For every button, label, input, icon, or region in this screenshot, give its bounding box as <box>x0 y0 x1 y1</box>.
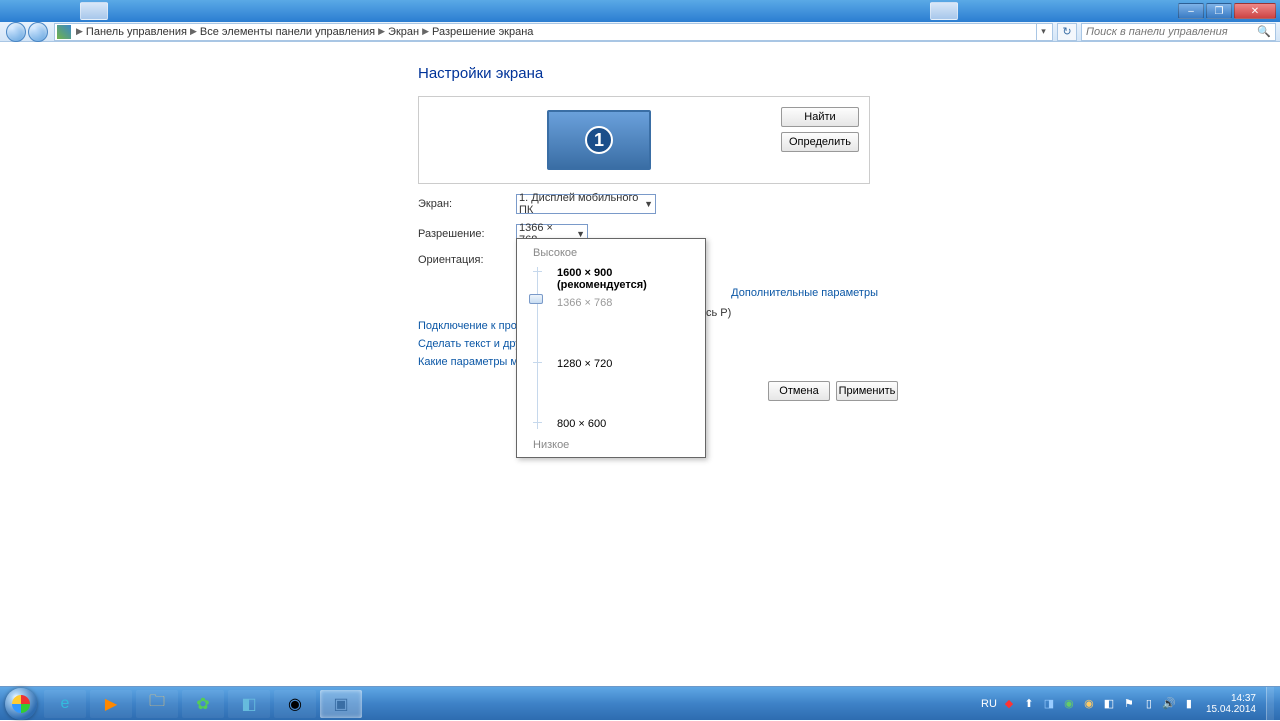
orientation-label: Ориентация: <box>418 254 516 266</box>
chevron-right-icon: ▶ <box>377 26 386 37</box>
tray-icon[interactable]: ⬆ <box>1022 697 1036 711</box>
chevron-right-icon: ▶ <box>189 26 198 37</box>
chevron-down-icon: ▼ <box>644 199 653 209</box>
system-tray: RU ◆ ⬆ ◨ ◉ ◉ ◧ ⚑ ▯ 🔊 ▮ 14:37 15.04.2014 <box>982 687 1280 721</box>
search-input[interactable] <box>1086 26 1257 38</box>
start-button[interactable] <box>0 687 42 721</box>
cancel-button[interactable]: Отмена <box>768 381 830 401</box>
close-button[interactable]: ✕ <box>1234 3 1276 19</box>
taskbar-control-panel-icon[interactable]: ▣ <box>320 690 362 718</box>
titlebar: – ❐ ✕ <box>0 0 1280 22</box>
nav-back-button[interactable] <box>6 22 26 42</box>
clock-time: 14:37 <box>1206 693 1256 704</box>
breadcrumb-bar[interactable]: ▶ Панель управления ▶ Все элементы панел… <box>54 23 1053 41</box>
taskbar-media-icon[interactable]: ▶ <box>90 690 132 718</box>
taskbar-app-icon[interactable]: ✿ <box>182 690 224 718</box>
taskbar-explorer-icon[interactable]: 🗀 <box>136 690 178 718</box>
search-icon: 🔍 <box>1257 25 1271 38</box>
maximize-button[interactable]: ❐ <box>1206 3 1232 19</box>
taskbar-ie-icon[interactable]: e <box>44 690 86 718</box>
breadcrumb-item[interactable]: Все элементы панели управления <box>198 26 377 38</box>
resolution-dropdown-flyout: Высокое 1600 × 900 (рекомендуется) 1366 … <box>516 238 706 458</box>
slider-tick <box>533 362 542 363</box>
monitor-preview-box: 1 Найти Определить <box>418 96 870 184</box>
monitor-number-badge: 1 <box>585 126 613 154</box>
breadcrumb-item[interactable]: Экран <box>386 26 421 38</box>
slider-tick <box>533 271 542 272</box>
dialog-buttons: Отмена Применить <box>700 381 898 401</box>
address-bar: ▶ Панель управления ▶ Все элементы панел… <box>0 22 1280 42</box>
tray-battery-icon[interactable]: ▮ <box>1182 697 1196 711</box>
detect-button[interactable]: Определить <box>781 132 859 152</box>
breadcrumb-item[interactable]: Панель управления <box>84 26 189 38</box>
nav-forward-button[interactable] <box>28 22 48 42</box>
resolution-high-label: Высокое <box>533 247 705 259</box>
tray-flag-icon[interactable]: ⚑ <box>1122 697 1136 711</box>
resolution-low-label: Низкое <box>533 439 569 451</box>
tray-icon[interactable]: ◉ <box>1082 697 1096 711</box>
resolution-option-recommended[interactable]: 1600 × 900 (рекомендуется) <box>557 267 705 291</box>
tray-icon[interactable]: ◨ <box>1042 697 1056 711</box>
resolution-label: Разрешение: <box>418 228 516 240</box>
monitor-thumbnail[interactable]: 1 <box>547 110 651 170</box>
taskbar-clock[interactable]: 14:37 15.04.2014 <box>1202 693 1260 715</box>
resolution-option[interactable]: 1280 × 720 <box>557 358 612 370</box>
aero-thumb <box>80 2 108 20</box>
slider-tick <box>533 422 542 423</box>
tray-network-icon[interactable]: ▯ <box>1142 697 1156 711</box>
windows-logo-icon <box>5 688 37 720</box>
tray-volume-icon[interactable]: 🔊 <box>1162 697 1176 711</box>
display-select-value: 1. Дисплей мобильного ПК <box>519 192 640 216</box>
resolution-slider-thumb[interactable] <box>529 294 543 304</box>
aero-thumb <box>930 2 958 20</box>
refresh-button[interactable]: ↻ <box>1057 23 1077 41</box>
resolution-option[interactable]: 800 × 600 <box>557 418 606 430</box>
minimize-button[interactable]: – <box>1178 3 1204 19</box>
tray-icon[interactable]: ◉ <box>1062 697 1076 711</box>
taskbar: e ▶ 🗀 ✿ ◧ ◉ ▣ RU ◆ ⬆ ◨ ◉ ◉ ◧ ⚑ ▯ 🔊 ▮ 14:… <box>0 686 1280 720</box>
resolution-option-current[interactable]: 1366 × 768 <box>557 297 612 309</box>
display-select[interactable]: 1. Дисплей мобильного ПК ▼ <box>516 194 656 214</box>
control-panel-icon <box>57 25 71 39</box>
language-indicator[interactable]: RU <box>982 697 996 711</box>
chevron-right-icon: ▶ <box>75 26 84 37</box>
apply-button[interactable]: Применить <box>836 381 898 401</box>
display-label: Экран: <box>418 198 516 210</box>
search-box[interactable]: 🔍 <box>1081 23 1276 41</box>
find-button[interactable]: Найти <box>781 107 859 127</box>
tray-icon[interactable]: ◧ <box>1102 697 1116 711</box>
show-desktop-button[interactable] <box>1266 687 1274 721</box>
page-title: Настройки экрана <box>418 65 878 82</box>
resolution-slider-track[interactable] <box>537 267 538 429</box>
breadcrumb-item[interactable]: Разрешение экрана <box>430 26 535 38</box>
taskbar-app-icon[interactable]: ◧ <box>228 690 270 718</box>
tray-icon[interactable]: ◆ <box>1002 697 1016 711</box>
projector-link-suffix: сь P) <box>706 307 731 319</box>
address-dropdown-button[interactable]: ▾ <box>1036 24 1050 40</box>
chevron-right-icon: ▶ <box>421 26 430 37</box>
clock-date: 15.04.2014 <box>1206 704 1256 715</box>
advanced-settings-link[interactable]: Дополнительные параметры <box>731 287 878 299</box>
taskbar-chrome-icon[interactable]: ◉ <box>274 690 316 718</box>
